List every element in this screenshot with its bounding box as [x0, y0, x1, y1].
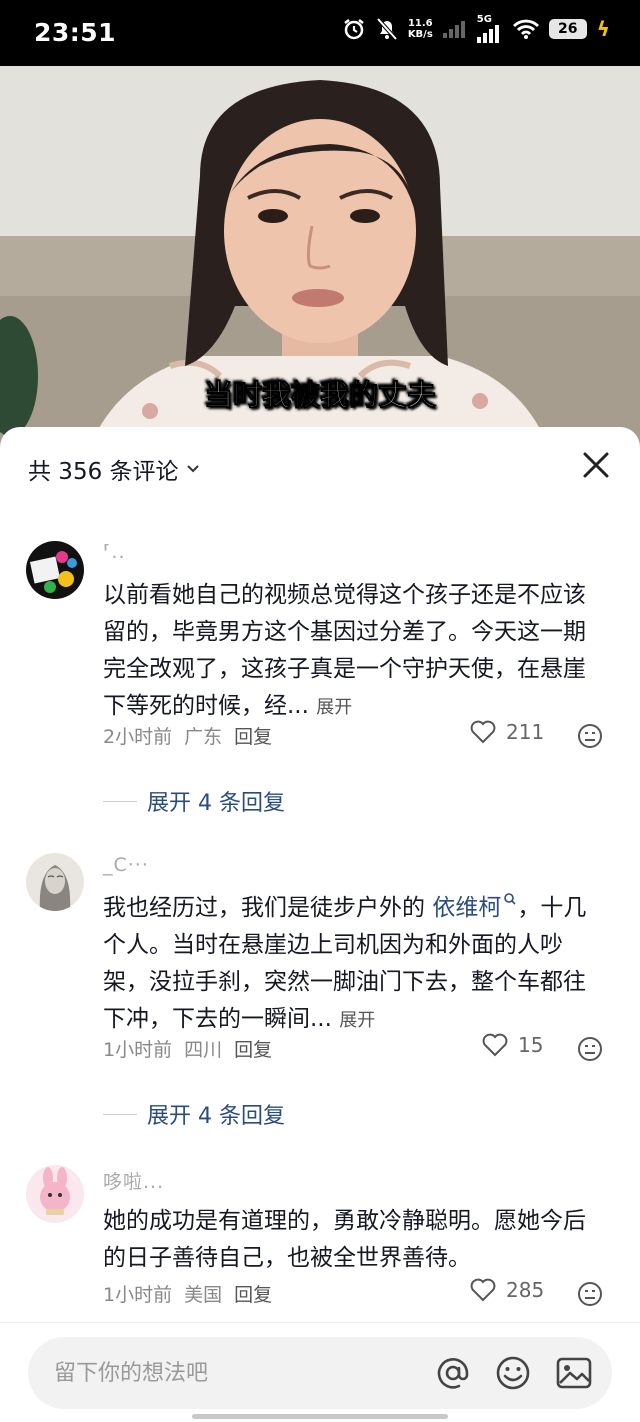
video-player[interactable]: 当时我被我的丈夫 [0, 66, 640, 446]
net-speed: 11.6 KB/s [408, 18, 433, 40]
comment-meta: 2小时前 广东 回复 [103, 722, 284, 749]
reply-button[interactable]: 回复 [234, 726, 272, 748]
comment-time: 1小时前 [103, 1284, 173, 1306]
search-icon [504, 893, 516, 905]
mention-icon[interactable] [434, 1354, 472, 1392]
comment-time: 2小时前 [103, 726, 173, 748]
like-button[interactable]: 211 [470, 720, 544, 744]
chevron-down-icon [186, 465, 199, 473]
video-subtitle: 当时我被我的丈夫 [203, 378, 436, 413]
dislike-face-icon[interactable] [577, 1036, 603, 1062]
net-speed-unit: KB/s [407, 29, 433, 40]
comment-username[interactable]: _C··· [103, 854, 149, 876]
expand-line [103, 800, 137, 802]
comment-body: 她的成功是有道理的，勇敢冷静聪明。愿她今后的日子善待自己，也被全世界善待。 [103, 1208, 586, 1271]
comment-location: 四川 [184, 1039, 223, 1061]
avatar-image [26, 541, 84, 599]
home-indicator[interactable] [192, 1414, 448, 1419]
comments-sheet: 共 356 条评论 ⸢.. 以前看她自己的视频总觉得这个孩子还是不应该留的，毕竟… [0, 427, 640, 1422]
reply-button[interactable]: 回复 [234, 1039, 272, 1061]
comment-input-container[interactable] [28, 1337, 612, 1409]
like-button[interactable]: 285 [470, 1278, 544, 1302]
emoji-icon[interactable] [494, 1354, 532, 1392]
like-count: 15 [518, 1033, 544, 1057]
comment-meta: 1小时前 美国 回复 [103, 1280, 284, 1307]
like-count: 211 [506, 720, 545, 744]
heart-icon [470, 720, 496, 744]
comment-input-bar [0, 1322, 640, 1422]
avatar[interactable] [26, 1165, 84, 1223]
charging-icon: ϟ [596, 17, 610, 41]
status-icons: 11.6 KB/s 5G 26 ϟ [342, 14, 610, 43]
comment-username[interactable]: ⸢.. [103, 541, 126, 563]
comment-count-dropdown[interactable]: 共 356 条评论 [28, 452, 201, 486]
like-count: 285 [506, 1278, 545, 1302]
net-speed-value: 11.6 [407, 18, 433, 29]
mute-bell-icon [376, 17, 398, 41]
comment-text: 我也经历过，我们是徒步户外的 依维柯 ，十几个人。当时在悬崖边上司机因为和外面的人… [103, 890, 608, 1039]
close-icon[interactable] [580, 449, 612, 481]
comment-location: 广东 [184, 726, 223, 748]
status-time: 23:51 [34, 18, 117, 47]
expand-replies-label: 展开 4 条回复 [147, 791, 285, 816]
dislike-face-icon[interactable] [577, 1281, 603, 1307]
like-button[interactable]: 15 [482, 1033, 543, 1057]
wifi-icon [512, 19, 539, 39]
expand-replies-button[interactable]: 展开 4 条回复 [103, 785, 285, 817]
signal-5g-icon [476, 25, 499, 43]
expand-comment-link[interactable]: 展开 [316, 697, 352, 718]
mention-link[interactable]: 依维柯 [432, 893, 517, 921]
signal-5g: 5G [476, 14, 503, 43]
avatar[interactable] [26, 541, 84, 599]
mention-text: 依维柯 [432, 895, 502, 921]
comment-time: 1小时前 [103, 1039, 173, 1061]
expand-replies-label: 展开 4 条回复 [147, 1104, 285, 1129]
heart-icon [482, 1033, 508, 1057]
avatar-image [26, 1165, 84, 1223]
comment-username[interactable]: 哆啦... [103, 1167, 164, 1194]
comment-input[interactable] [54, 1355, 434, 1391]
image-icon[interactable] [555, 1354, 593, 1392]
status-bar: 23:51 11.6 KB/s 5G 26 ϟ [0, 0, 640, 66]
battery-indicator: 26 [548, 19, 587, 39]
expand-line [103, 1113, 137, 1115]
heart-icon [470, 1278, 496, 1302]
reply-button[interactable]: 回复 [234, 1284, 272, 1306]
alarm-icon [344, 19, 364, 40]
comment-meta: 1小时前 四川 回复 [103, 1035, 284, 1062]
dislike-face-icon[interactable] [577, 723, 603, 749]
comment-text: 以前看她自己的视频总觉得这个孩子还是不应该留的，毕竟男方这个基因过分差了。今天这… [103, 577, 608, 726]
expand-comment-link[interactable]: 展开 [339, 1010, 375, 1031]
comment-count-title: 共 356 条评论 [28, 459, 179, 485]
avatar[interactable] [26, 853, 84, 911]
comment-body-start: 我也经历过，我们是徒步户外的 [103, 895, 425, 921]
avatar-image [26, 853, 84, 911]
signal-weak-icon [442, 21, 465, 38]
comment-text: 她的成功是有道理的，勇敢冷静聪明。愿她今后的日子善待自己，也被全世界善待。 [103, 1203, 608, 1277]
expand-replies-button[interactable]: 展开 4 条回复 [103, 1098, 285, 1130]
network-label: 5G [476, 14, 492, 25]
comment-location: 美国 [184, 1284, 223, 1306]
